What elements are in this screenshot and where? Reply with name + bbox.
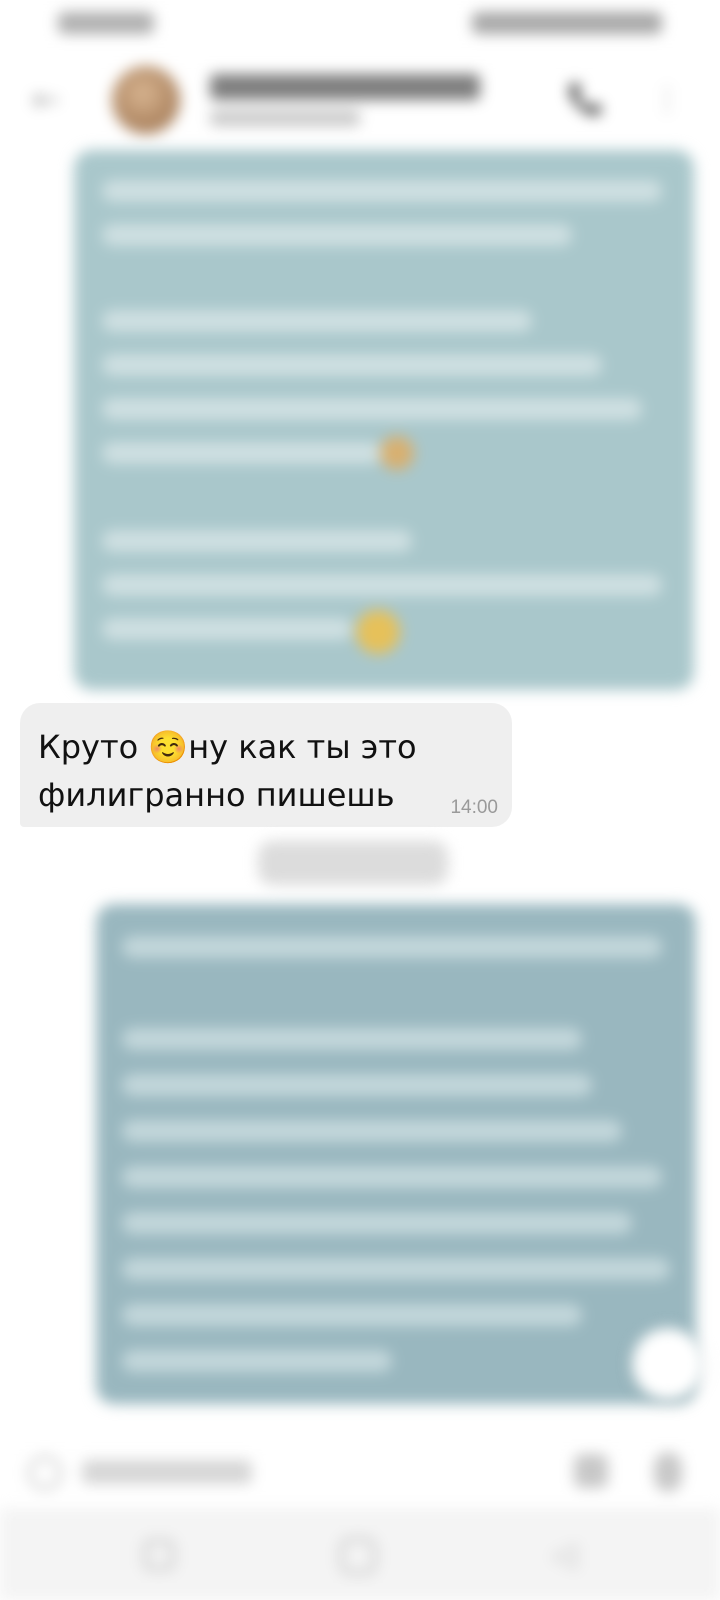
phone-icon[interactable]: 📞 (566, 80, 606, 120)
outgoing-message-blurred (74, 150, 694, 690)
microphone-icon[interactable] (654, 1452, 682, 1492)
status-time (58, 12, 154, 34)
message-text: Круто ☺️ну как ты это филигранно пишешь (38, 728, 417, 814)
message-time: 14:00 (450, 797, 498, 818)
avatar[interactable] (112, 66, 180, 134)
recent-apps-icon[interactable] (144, 1540, 174, 1570)
system-nav-bar: ◁ (0, 1508, 720, 1600)
attach-icon[interactable] (574, 1454, 608, 1488)
status-icons (472, 12, 662, 34)
scroll-down-button[interactable] (632, 1328, 704, 1400)
more-menu-icon[interactable]: ⋮ (652, 80, 682, 120)
outgoing-message-blurred (96, 904, 696, 1404)
back-arrow-icon[interactable]: ← (28, 82, 64, 118)
status-bar (0, 0, 720, 52)
chat-area[interactable]: Круто ☺️ну как ты это филигранно пишешь … (0, 148, 720, 1438)
chat-header: ← 📞 ⋮ (0, 52, 720, 148)
emoji-icon[interactable] (28, 1456, 62, 1490)
message-input-bar (0, 1438, 720, 1508)
incoming-message[interactable]: Круто ☺️ну как ты это филигранно пишешь … (20, 703, 512, 827)
nav-back-icon[interactable]: ◁ (546, 1536, 582, 1572)
contact-status (210, 110, 360, 126)
date-separator (258, 841, 448, 885)
message-input[interactable] (82, 1460, 252, 1484)
home-icon[interactable] (340, 1538, 376, 1574)
contact-name[interactable] (210, 74, 480, 100)
